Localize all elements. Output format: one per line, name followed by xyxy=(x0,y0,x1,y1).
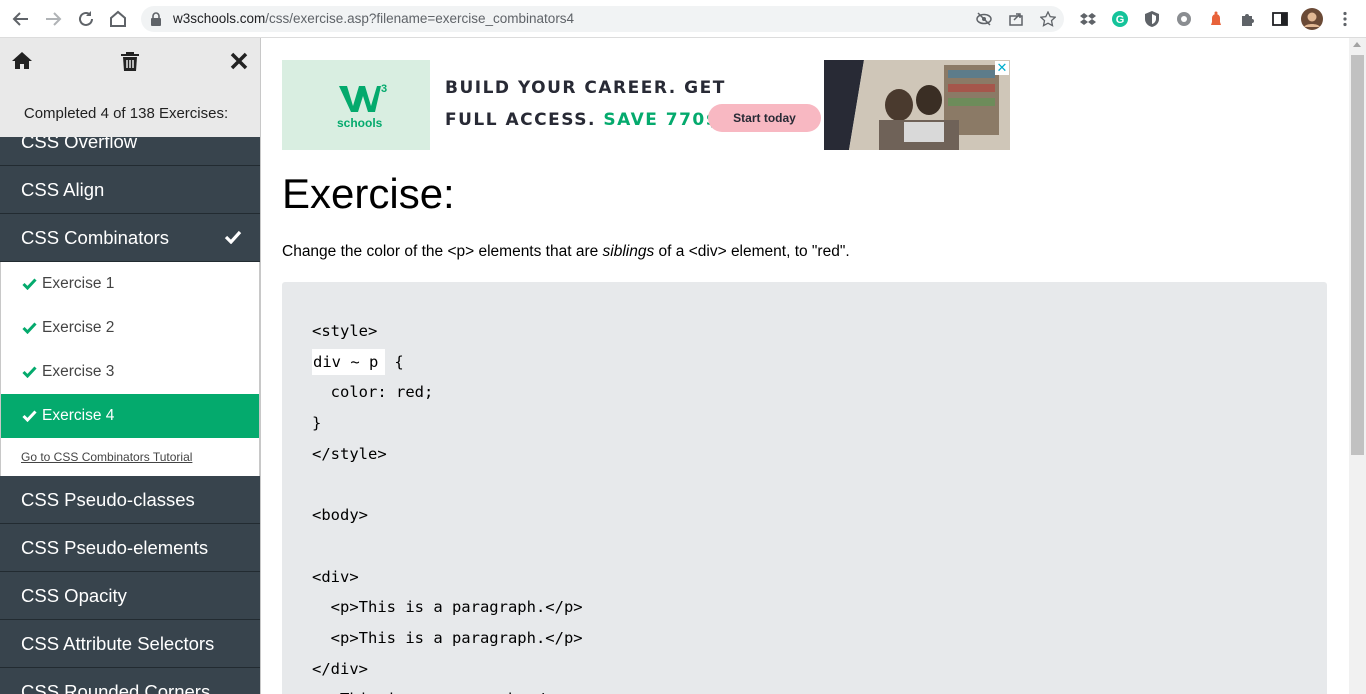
exercise-item-label: Exercise 2 xyxy=(42,319,115,336)
code-block: <style> { color: red; } </style> <body> … xyxy=(312,316,583,694)
more-menu-icon[interactable] xyxy=(1336,10,1354,28)
ad-photo xyxy=(824,60,1010,150)
sidebar-topic-label: CSS Combinators xyxy=(21,227,170,248)
sidebar-topic-css-align[interactable]: CSS Align xyxy=(0,166,260,214)
answer-input[interactable] xyxy=(312,348,385,375)
code-line: </div> xyxy=(312,659,368,678)
sidebar-topic-css-opacity[interactable]: CSS Opacity xyxy=(0,572,260,620)
exercise-item-label: Exercise 4 xyxy=(42,407,115,424)
browser-toolbar: w3schools.com/css/exercise.asp?filename=… xyxy=(0,0,1366,38)
puzzle-piece-icon[interactable] xyxy=(1239,10,1257,28)
exercise-item-1[interactable]: Exercise 1 xyxy=(1,262,259,306)
bookmark-star-icon[interactable] xyxy=(1040,11,1056,27)
topic-list: CSS Overflow CSS Align CSS Combinators E… xyxy=(0,122,260,694)
code-line: } xyxy=(312,414,322,433)
completed-check-icon xyxy=(224,230,242,244)
ad-start-today-button[interactable]: Start today xyxy=(708,104,821,132)
ad-close-icon[interactable]: ✕ xyxy=(995,61,1009,75)
ad-headline-2-highlight: SAVE 770$ xyxy=(603,110,720,130)
check-icon xyxy=(22,322,37,334)
sidebar-topic-css-pseudo-elements[interactable]: CSS Pseudo-elements xyxy=(0,524,260,572)
w3schools-logo-icon: 3 xyxy=(339,83,387,112)
close-icon[interactable] xyxy=(227,49,251,73)
tutorial-link[interactable]: Go to CSS Combinators Tutorial xyxy=(1,438,259,476)
code-line: <p>This is a paragraph.</p> xyxy=(312,684,583,694)
exercise-instruction: Change the color of the <p> elements tha… xyxy=(282,243,850,261)
dropbox-icon[interactable] xyxy=(1079,10,1097,28)
url-text[interactable]: w3schools.com/css/exercise.asp?filename=… xyxy=(173,11,574,26)
gear-extension-icon[interactable] xyxy=(1175,10,1193,28)
share-icon[interactable] xyxy=(1008,11,1024,27)
page-scrollbar[interactable] xyxy=(1349,38,1366,694)
svg-text:3: 3 xyxy=(381,83,387,95)
home-icon[interactable] xyxy=(107,8,129,30)
code-line-input: { xyxy=(312,347,583,378)
instruction-text-1: Change the color of the <p> elements tha… xyxy=(282,243,603,260)
code-editor: <style> { color: red; } </style> <body> … xyxy=(282,282,1327,694)
ad-headline-2: FULL ACCESS. SAVE 770$ xyxy=(445,110,719,130)
sidebar-header: Completed 4 of 138 Exercises: xyxy=(0,38,260,137)
sidebar-topic-css-rounded-corners[interactable]: CSS Rounded Corners xyxy=(0,668,260,694)
code-line: <style> xyxy=(312,322,378,340)
code-line: <body> xyxy=(312,506,368,525)
eye-slash-icon[interactable] xyxy=(976,11,992,27)
ad-headline-1: BUILD YOUR CAREER. GET xyxy=(445,78,726,98)
bell-extension-icon[interactable] xyxy=(1207,10,1225,28)
check-icon xyxy=(22,366,37,378)
side-panel-icon[interactable] xyxy=(1271,10,1289,28)
code-line: </style> xyxy=(312,444,387,463)
exercise-list: Exercise 1 Exercise 2 Exercise 3 Exercis… xyxy=(0,262,260,476)
profile-avatar-icon[interactable] xyxy=(1301,8,1323,30)
scroll-up-arrow-icon[interactable] xyxy=(1353,42,1361,47)
address-bar[interactable]: w3schools.com/css/exercise.asp?filename=… xyxy=(141,6,1064,32)
exercise-title: Exercise: xyxy=(282,170,455,217)
sidebar-topic-css-attribute-selectors[interactable]: CSS Attribute Selectors xyxy=(0,620,260,668)
exercise-item-3[interactable]: Exercise 3 xyxy=(1,350,259,394)
code-line: <p>This is a paragraph.</p> xyxy=(312,598,583,617)
exercise-item-2[interactable]: Exercise 2 xyxy=(1,306,259,350)
sidebar-topic-css-combinators[interactable]: CSS Combinators xyxy=(0,214,260,262)
code-line: color: red; xyxy=(312,383,434,402)
exercise-item-label: Exercise 3 xyxy=(42,363,115,380)
check-icon xyxy=(22,410,37,422)
progress-text: Completed 4 of 138 Exercises: xyxy=(23,105,229,122)
instruction-text-2: of a <div> element, to "red". xyxy=(654,243,850,260)
url-host: w3schools.com xyxy=(173,11,266,26)
back-arrow-icon[interactable] xyxy=(10,8,32,30)
check-icon xyxy=(22,278,37,290)
home-icon[interactable] xyxy=(10,49,34,73)
code-line-suffix: { xyxy=(385,352,404,371)
ad-banner[interactable]: 3 schools BUILD YOUR CAREER. GET FULL AC… xyxy=(282,60,1010,150)
sidebar-topic-css-pseudo-classes[interactable]: CSS Pseudo-classes xyxy=(0,476,260,524)
grammarly-icon[interactable]: G xyxy=(1111,10,1129,28)
reload-icon[interactable] xyxy=(75,8,97,30)
main-content: 3 schools BUILD YOUR CAREER. GET FULL AC… xyxy=(261,38,1349,694)
lock-icon[interactable] xyxy=(151,12,161,26)
scrollbar-thumb[interactable] xyxy=(1351,55,1364,455)
trash-icon[interactable] xyxy=(118,49,142,73)
exercise-item-4[interactable]: Exercise 4 xyxy=(1,394,259,438)
code-line: <p>This is a paragraph.</p> xyxy=(312,628,583,647)
exercise-item-label: Exercise 1 xyxy=(42,275,115,292)
url-path: /css/exercise.asp?filename=exercise_comb… xyxy=(265,11,575,26)
ad-logo-text: schools xyxy=(337,116,383,130)
svg-text:G: G xyxy=(1116,14,1125,26)
code-line: <div> xyxy=(312,567,359,586)
shield-icon[interactable] xyxy=(1143,10,1161,28)
exercise-sidebar: CSS Overflow CSS Align CSS Combinators E… xyxy=(0,38,261,694)
ad-headline-2-prefix: FULL ACCESS. xyxy=(445,110,596,130)
forward-arrow-icon[interactable] xyxy=(42,8,64,30)
instruction-emphasis: siblings xyxy=(602,243,655,260)
